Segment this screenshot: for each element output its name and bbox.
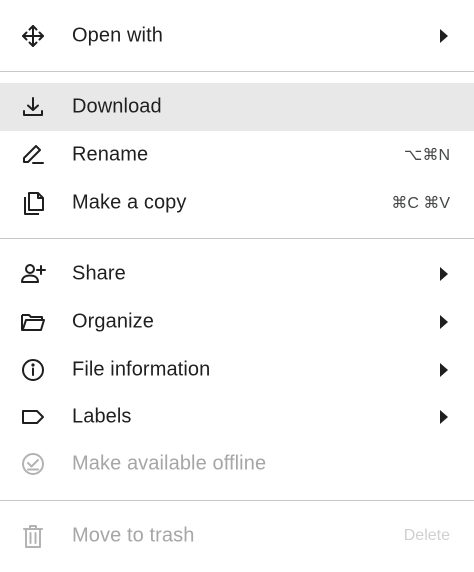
menu-item-file-information[interactable]: File information [0,346,474,394]
submenu-arrow-icon [440,267,448,281]
copy-icon [19,189,47,217]
menu-item-make-a-copy[interactable]: Make a copy ⌘C ⌘V [0,179,474,227]
context-menu: Open with Download Rename ⌥⌘N Make a cop… [0,0,474,572]
label-tag-icon [19,403,47,431]
pen-icon [19,141,47,169]
menu-item-label: Rename [72,143,149,166]
menu-item-label: Make a copy [72,191,187,214]
menu-divider [0,500,474,501]
menu-item-labels[interactable]: Labels [0,393,474,441]
shortcut-text: ⌥⌘N [404,147,450,164]
submenu-arrow-icon [440,410,448,424]
menu-item-share[interactable]: Share [0,250,474,298]
menu-divider [0,238,474,239]
menu-item-organize[interactable]: Organize [0,298,474,346]
offline-check-icon [19,450,47,478]
menu-item-download[interactable]: Download [0,83,474,131]
move-arrows-icon [19,22,47,50]
menu-item-label: Open with [72,24,163,47]
submenu-arrow-icon [440,363,448,377]
menu-item-label: Labels [72,405,132,428]
trash-icon [19,522,47,550]
shortcut-text: ⌘C ⌘V [391,195,450,212]
submenu-arrow-icon [440,29,448,43]
menu-item-make-available-offline[interactable]: Make available offline [0,440,474,488]
menu-item-rename[interactable]: Rename ⌥⌘N [0,131,474,179]
add-person-icon [19,260,47,288]
menu-divider [0,71,474,72]
menu-item-label: Make available offline [72,452,267,475]
shortcut-text: Delete [403,527,450,544]
submenu-arrow-icon [440,315,448,329]
menu-item-label: Download [72,95,162,118]
download-icon [19,93,47,121]
menu-item-label: Move to trash [72,524,195,547]
folder-open-icon [19,308,47,336]
menu-item-label: Share [72,262,126,285]
menu-item-label: Organize [72,310,154,333]
info-icon [19,356,47,384]
menu-item-move-to-trash[interactable]: Move to trash Delete [0,512,474,560]
menu-item-label: File information [72,358,211,381]
menu-item-open-with[interactable]: Open with [0,12,474,60]
